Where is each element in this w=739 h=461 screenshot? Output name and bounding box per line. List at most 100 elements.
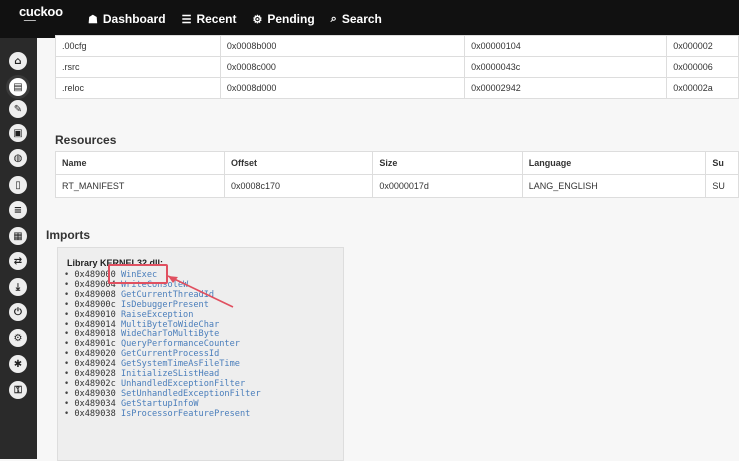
import-function-link[interactable]: QueryPerformanceCounter <box>121 339 240 349</box>
import-function-link[interactable]: WideCharToMultiByte <box>121 329 219 339</box>
dashboard-icon: ☗ <box>88 13 98 26</box>
section-address-cell: 0x0008b000 <box>219 35 466 57</box>
import-entry: • 0x489038 IsProcessorFeaturePresent <box>64 408 261 420</box>
search-icon: ⌕ <box>330 12 337 25</box>
column-header: Language <box>521 151 707 175</box>
section-raw-cell: 0x000002 <box>666 35 739 57</box>
import-address: 0x489010 <box>74 309 116 320</box>
cogs-icon: ⚙ <box>252 13 263 26</box>
section-size-cell: 0x0000043c <box>464 56 668 78</box>
bullet: • <box>64 398 75 409</box>
globe-icon[interactable]: ◍ <box>9 149 27 167</box>
import-function-link[interactable]: SetUnhandledExceptionFilter <box>121 389 261 399</box>
import-function-link[interactable]: GetCurrentProcessId <box>121 349 219 359</box>
import-function-link[interactable]: IsProcessorFeaturePresent <box>121 409 250 419</box>
shuffle-icon[interactable]: ⇄ <box>9 252 27 270</box>
resource-offset-cell: 0x0008c170 <box>223 174 374 198</box>
import-address: 0x489014 <box>74 319 116 330</box>
column-header: Su <box>705 151 739 175</box>
cuckoo-logo[interactable]: cuckoo <box>17 4 72 34</box>
bullet: • <box>64 279 75 290</box>
import-function-link[interactable]: GetSystemTimeAsFileTime <box>121 359 240 369</box>
bullet: • <box>64 349 75 360</box>
pencil-icon[interactable]: ✎ <box>9 100 27 118</box>
import-address: 0x489024 <box>74 359 116 370</box>
table-row: .00cfg 0x0008b000 0x00000104 0x000002 <box>55 35 739 57</box>
import-function-link[interactable]: MultiByteToWideChar <box>121 320 219 330</box>
nav-pending-label: Pending <box>267 12 315 26</box>
bullet: • <box>64 359 75 370</box>
settings-icon[interactable]: ⚙ <box>9 329 27 347</box>
file-icon[interactable]: ▤ <box>9 78 27 96</box>
nav-dashboard-label: Dashboard <box>102 12 166 26</box>
unlock-icon[interactable]: ⚿ <box>9 381 27 399</box>
column-header: Name <box>55 151 225 175</box>
sidebar: ⌂ ▤ ✎ ▣ ◍ ▯ ≡ ▦ ⇄ ⤓ ⏻ ⚙ ✱ ⚿ <box>0 38 37 459</box>
nav-recent-label: Recent <box>196 12 237 26</box>
nav-search[interactable]: ⌕ Search <box>331 12 382 26</box>
import-address: 0x489030 <box>74 388 116 399</box>
section-address-cell: 0x0008c000 <box>219 56 466 78</box>
section-address-cell: 0x0008d000 <box>219 77 466 99</box>
bullet: • <box>64 339 75 350</box>
table-header-row: Name Offset Size Language Su <box>55 151 739 175</box>
resources-heading: Resources <box>55 133 117 147</box>
download-icon[interactable]: ⤓ <box>9 278 27 296</box>
nav-dashboard[interactable]: ☗ Dashboard <box>88 12 166 26</box>
import-address: 0x48901c <box>74 339 116 350</box>
import-address: 0x489038 <box>74 408 116 419</box>
section-size-cell: 0x00002942 <box>464 77 668 99</box>
import-address: 0x48900c <box>74 299 116 310</box>
section-name-cell: .reloc <box>55 77 221 99</box>
sections-table: .00cfg 0x0008b000 0x00000104 0x000002 .r… <box>55 35 739 99</box>
home-icon[interactable]: ⌂ <box>9 52 27 70</box>
resource-language-cell: LANG_ENGLISH <box>521 174 707 198</box>
import-address: 0x489034 <box>74 398 116 409</box>
logo-text: cuckoo <box>19 4 63 19</box>
bullet: • <box>64 289 75 300</box>
highlight-box <box>108 264 168 284</box>
import-function-link[interactable]: UnhandledExceptionFilter <box>121 379 245 389</box>
column-header: Offset <box>223 151 374 175</box>
table-row: RT_MANIFEST 0x0008c170 0x0000017d LANG_E… <box>55 174 739 198</box>
qrcode-icon[interactable]: ▦ <box>9 227 27 245</box>
resource-name-cell: RT_MANIFEST <box>55 174 225 198</box>
bullet: • <box>64 369 75 380</box>
bullet: • <box>64 408 75 419</box>
import-function-link[interactable]: GetStartupInfoW <box>121 399 199 409</box>
nav-pending[interactable]: ⚙ Pending <box>252 12 314 26</box>
database-icon[interactable]: ≡ <box>9 201 27 219</box>
resource-sublanguage-cell: SU <box>705 174 739 198</box>
resource-size-cell: 0x0000017d <box>372 174 523 198</box>
bullet: • <box>64 309 75 320</box>
import-function-link[interactable]: RaiseException <box>121 310 193 320</box>
top-navbar: cuckoo ☗ Dashboard ☰ Recent ⚙ Pending ⌕ Sear… <box>0 0 739 38</box>
import-address: 0x48902c <box>74 378 116 389</box>
imports-list: • 0x489000 WinExec • 0x489004 WriteConsol… <box>64 270 261 420</box>
import-function-link[interactable]: InitializeSListHead <box>121 369 219 379</box>
bug-icon[interactable]: ✱ <box>9 355 27 373</box>
box-icon[interactable]: ▣ <box>9 124 27 142</box>
bullet: • <box>64 299 75 310</box>
import-function-link[interactable]: GetCurrentThreadId <box>121 290 214 300</box>
imports-heading: Imports <box>46 228 91 242</box>
list-icon: ☰ <box>181 13 192 26</box>
section-raw-cell: 0x000006 <box>666 56 739 78</box>
nav-recent[interactable]: ☰ Recent <box>182 12 237 26</box>
bullet: • <box>64 319 75 330</box>
import-address: 0x489018 <box>74 329 116 340</box>
imports-panel: Library KERNEL32.dll: • 0x489000 WinExec… <box>57 247 344 461</box>
import-address: 0x489008 <box>74 289 116 300</box>
section-name-cell: .00cfg <box>55 35 221 57</box>
bullet: • <box>64 270 75 280</box>
section-name-cell: .rsrc <box>55 56 221 78</box>
table-row: .reloc 0x0008d000 0x00002942 0x00002a <box>55 77 739 99</box>
logo-mark-icon <box>17 20 37 31</box>
power-icon[interactable]: ⏻ <box>9 303 27 321</box>
document-icon[interactable]: ▯ <box>9 176 27 194</box>
table-row: .rsrc 0x0008c000 0x0000043c 0x000006 <box>55 56 739 78</box>
bullet: • <box>64 378 75 389</box>
resources-table: Name Offset Size Language Su RT_MANIFEST… <box>55 151 739 198</box>
bullet: • <box>64 329 75 340</box>
import-function-link[interactable]: IsDebuggerPresent <box>121 300 209 310</box>
